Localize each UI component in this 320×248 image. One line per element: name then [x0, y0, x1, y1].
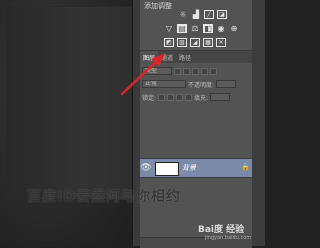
- layer-lock-icon: 🔒: [241, 163, 250, 171]
- layer-thumbnail: [155, 162, 179, 176]
- baidu-url: jingyan.baidu.com: [205, 235, 252, 241]
- photo-filter-icon[interactable]: ◉: [216, 24, 226, 33]
- dock-scroll-strip: [252, 0, 265, 246]
- fill-label: 填充:: [194, 94, 209, 102]
- selective-color-icon[interactable]: ✕: [216, 38, 226, 47]
- layer-name: 背景: [182, 164, 196, 172]
- visibility-eye-icon[interactable]: 👁: [140, 159, 152, 177]
- gradient-map-icon[interactable]: ▦: [203, 38, 213, 47]
- vibrance-icon[interactable]: ▽: [164, 24, 174, 33]
- document-canvas: [6, 6, 132, 200]
- fill-field[interactable]: [210, 93, 231, 101]
- filter-pixel-icon[interactable]: [174, 67, 181, 75]
- color-balance-icon[interactable]: ⚖: [190, 24, 200, 33]
- posterize-icon[interactable]: ▨: [177, 38, 187, 47]
- adjustments-row-2: ▽ ▤ ⚖ ◧ ◉ ⊕: [164, 24, 239, 33]
- hue-saturation-icon[interactable]: ▤: [177, 24, 187, 33]
- threshold-icon[interactable]: ◢: [190, 38, 200, 47]
- black-white-icon[interactable]: ◧: [203, 24, 213, 33]
- channel-mixer-icon[interactable]: ⊕: [229, 24, 239, 33]
- levels-icon[interactable]: ▟: [191, 10, 201, 19]
- exposure-icon[interactable]: ◪: [217, 10, 227, 19]
- filter-type-icon[interactable]: [192, 67, 199, 75]
- opacity-label: 不透明度:: [188, 81, 215, 89]
- lock-all-icon[interactable]: [185, 93, 193, 101]
- brightness-icon[interactable]: ☼: [178, 10, 188, 19]
- annotation-arrow: [120, 53, 165, 96]
- filter-shape-icon[interactable]: [201, 67, 208, 75]
- adjustments-panel-title: 添加调整: [144, 2, 172, 10]
- document-canvas-area: [0, 0, 132, 246]
- tab-paths[interactable]: 路径: [176, 51, 194, 63]
- adjustments-row-3: ◩ ▨ ◢ ▦ ✕: [164, 38, 226, 47]
- lock-position-icon[interactable]: [176, 93, 184, 101]
- opacity-field[interactable]: [216, 80, 237, 88]
- filter-smart-object-icon[interactable]: [210, 67, 217, 75]
- curves-icon[interactable]: ╱: [204, 10, 214, 19]
- filter-adjustment-icon[interactable]: [183, 67, 190, 75]
- watermark-text: 百度ID云然河与你相约: [27, 189, 181, 205]
- right-panel-dock: 添加调整 ☼ ▟ ╱ ◪ ▽ ▤ ⚖ ◧ ◉ ⊕ ◩ ▨ ◢ ▦ ✕ 图层 通道…: [140, 0, 253, 248]
- invert-icon[interactable]: ◩: [164, 38, 174, 47]
- layer-row-background[interactable]: 👁 背景 🔒: [140, 158, 252, 178]
- adjustments-row-1: ☼ ▟ ╱ ◪: [178, 10, 227, 19]
- baidu-logo: Bai度 经验: [198, 225, 245, 235]
